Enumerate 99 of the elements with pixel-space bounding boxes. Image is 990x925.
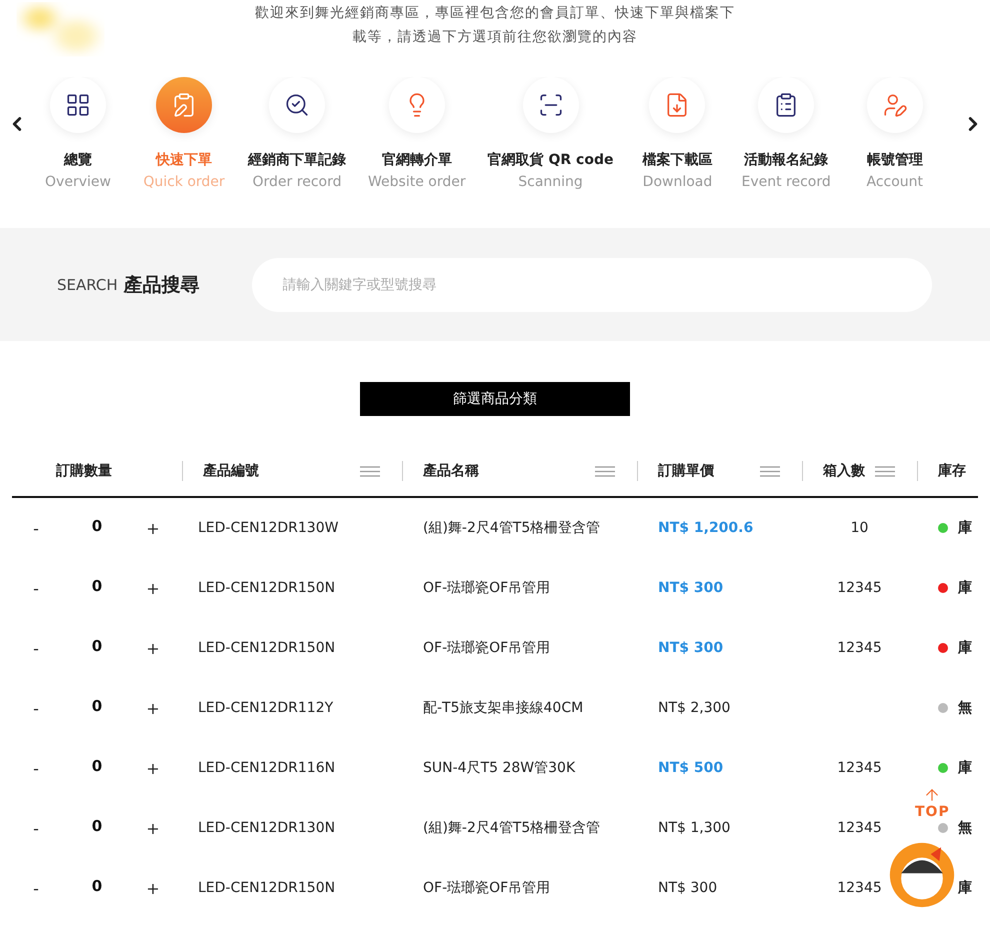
stock-status: 庫 xyxy=(958,759,972,777)
nav-subtitle: Scanning xyxy=(518,174,583,190)
stock-status: 庫 xyxy=(958,579,972,597)
unit-price: NT$ 300 xyxy=(657,880,718,896)
unit-price: NT$ 300 xyxy=(657,580,724,596)
nav-title: 活動報名紀錄 xyxy=(744,151,828,169)
stock-status: 庫 xyxy=(958,519,972,537)
increase-button[interactable]: + xyxy=(141,518,165,538)
product-name: 配-T5旅支架串接線40CM xyxy=(422,699,584,717)
product-code: LED-CEN12DR150N xyxy=(197,880,336,896)
column-header: 產品名稱 xyxy=(423,462,479,480)
unit-price: NT$ 1,300 xyxy=(657,820,732,836)
product-name: (組)舞-2尺4管T5格柵登含管 xyxy=(422,519,602,537)
nav-item[interactable]: 官網取貨 QR code Scanning xyxy=(488,77,614,190)
quantity-value: 0 xyxy=(90,697,104,715)
nav-item[interactable]: 總覽 Overview xyxy=(36,77,120,190)
nav-item[interactable]: 經銷商下單記錄 Order record xyxy=(248,77,346,190)
product-name: SUN-4尺T5 28W管30K xyxy=(422,759,576,777)
increase-button[interactable]: + xyxy=(141,758,165,778)
quantity-value: 0 xyxy=(90,877,104,895)
column-header: 訂購數量 xyxy=(56,462,112,480)
decrease-button[interactable]: - xyxy=(24,698,48,718)
decrease-button[interactable]: - xyxy=(24,878,48,898)
stock-status: 無 xyxy=(958,699,972,717)
magnifier-icon xyxy=(284,92,310,118)
stock-status: 庫 xyxy=(958,879,972,897)
decrease-button[interactable]: - xyxy=(24,578,48,598)
nav-item[interactable]: 帳號管理 Account xyxy=(852,77,937,190)
increase-button[interactable]: + xyxy=(141,698,165,718)
unit-price: NT$ 500 xyxy=(657,760,724,776)
nav-subtitle: Quick order xyxy=(143,174,225,190)
nav-title: 快速下單 xyxy=(156,151,212,169)
product-code: LED-CEN12DR130W xyxy=(197,520,340,536)
unit-price: NT$ 2,300 xyxy=(657,700,732,716)
sort-menu-icon[interactable] xyxy=(595,466,615,476)
intro-text: 歡迎來到舞光經銷商專區，專區裡包含您的會員訂單、快速下單與檔案下 xyxy=(255,4,735,23)
box-quantity: 12345 xyxy=(836,580,883,596)
decrease-button[interactable]: - xyxy=(24,638,48,658)
nav-title: 官網取貨 QR code xyxy=(488,151,614,169)
nav-title: 總覽 xyxy=(64,151,92,169)
grid-icon xyxy=(65,92,91,118)
box-quantity: 12345 xyxy=(836,880,883,896)
increase-button[interactable]: + xyxy=(141,818,165,838)
nav-subtitle: Account xyxy=(866,174,924,190)
quantity-value: 0 xyxy=(90,517,104,535)
increase-button[interactable]: + xyxy=(141,638,165,658)
increase-button[interactable]: + xyxy=(141,578,165,598)
product-name: (組)舞-2尺4管T5格柵登含管 xyxy=(422,819,602,837)
column-header: 產品編號 xyxy=(203,462,259,480)
decrease-button[interactable]: - xyxy=(24,518,48,538)
quantity-value: 0 xyxy=(90,817,104,835)
box-quantity: 12345 xyxy=(836,820,883,836)
sort-menu-icon[interactable] xyxy=(360,466,380,476)
box-quantity: 12345 xyxy=(836,760,883,776)
quantity-value: 0 xyxy=(90,577,104,595)
nav-subtitle: Overview xyxy=(45,174,111,190)
product-code: LED-CEN12DR150N xyxy=(197,580,336,596)
nav-item[interactable]: 官網轉介單 Website order xyxy=(368,77,466,190)
nav-item[interactable]: 檔案下載區 Download xyxy=(635,77,720,190)
intro-text: 載等，請透過下方選項前往您欲瀏覽的內容 xyxy=(352,28,638,47)
stock-status: 庫 xyxy=(958,639,972,657)
decrease-button[interactable]: - xyxy=(24,818,48,838)
nav-subtitle: Order record xyxy=(252,174,342,190)
product-code: LED-CEN12DR130N xyxy=(197,820,336,836)
nav-title: 檔案下載區 xyxy=(642,151,712,169)
column-header: 箱入數 xyxy=(823,462,865,480)
nav-title: 經銷商下單記錄 xyxy=(248,151,346,169)
quantity-value: 0 xyxy=(90,637,104,655)
sort-menu-icon[interactable] xyxy=(760,466,780,476)
box-quantity: 10 xyxy=(850,520,870,536)
nav-title: 官網轉介單 xyxy=(382,151,452,169)
user-edit-icon xyxy=(882,92,908,118)
chat-assistant-drawing[interactable] xyxy=(889,842,955,908)
unit-price: NT$ 1,200.6 xyxy=(657,520,754,536)
filter-button[interactable]: 篩選商品分類 xyxy=(360,382,630,416)
nav-title: 帳號管理 xyxy=(866,151,923,169)
sort-menu-icon[interactable] xyxy=(875,466,895,476)
stock-status: 無 xyxy=(958,819,972,837)
nav-subtitle: Event record xyxy=(741,174,831,190)
nav-item[interactable]: 活動報名紀錄 Event record xyxy=(741,77,831,190)
search-label: SEARCH xyxy=(57,276,118,294)
product-code: LED-CEN12DR150N xyxy=(197,640,336,656)
column-header: 庫存 xyxy=(938,462,966,480)
product-code: LED-CEN12DR112Y xyxy=(197,700,334,716)
decrease-button[interactable]: - xyxy=(24,758,48,778)
nav-subtitle: Website order xyxy=(368,174,466,190)
scan-icon xyxy=(538,92,564,118)
increase-button[interactable]: + xyxy=(141,878,165,898)
search-title: 產品搜尋 xyxy=(124,272,201,298)
nav-subtitle: Download xyxy=(642,174,712,190)
column-header: 訂購單價 xyxy=(658,462,714,480)
product-code: LED-CEN12DR116N xyxy=(197,760,336,776)
product-name: OF-琺瑯瓷OF吊管用 xyxy=(422,639,552,657)
unit-price: NT$ 300 xyxy=(657,640,724,656)
search-field[interactable]: 請輸入關鍵字或型號搜尋 xyxy=(252,258,932,312)
product-name: OF-琺瑯瓷OF吊管用 xyxy=(422,879,552,897)
box-quantity: 12345 xyxy=(836,640,883,656)
quantity-value: 0 xyxy=(90,757,104,775)
product-name: OF-琺瑯瓷OF吊管用 xyxy=(422,579,552,597)
